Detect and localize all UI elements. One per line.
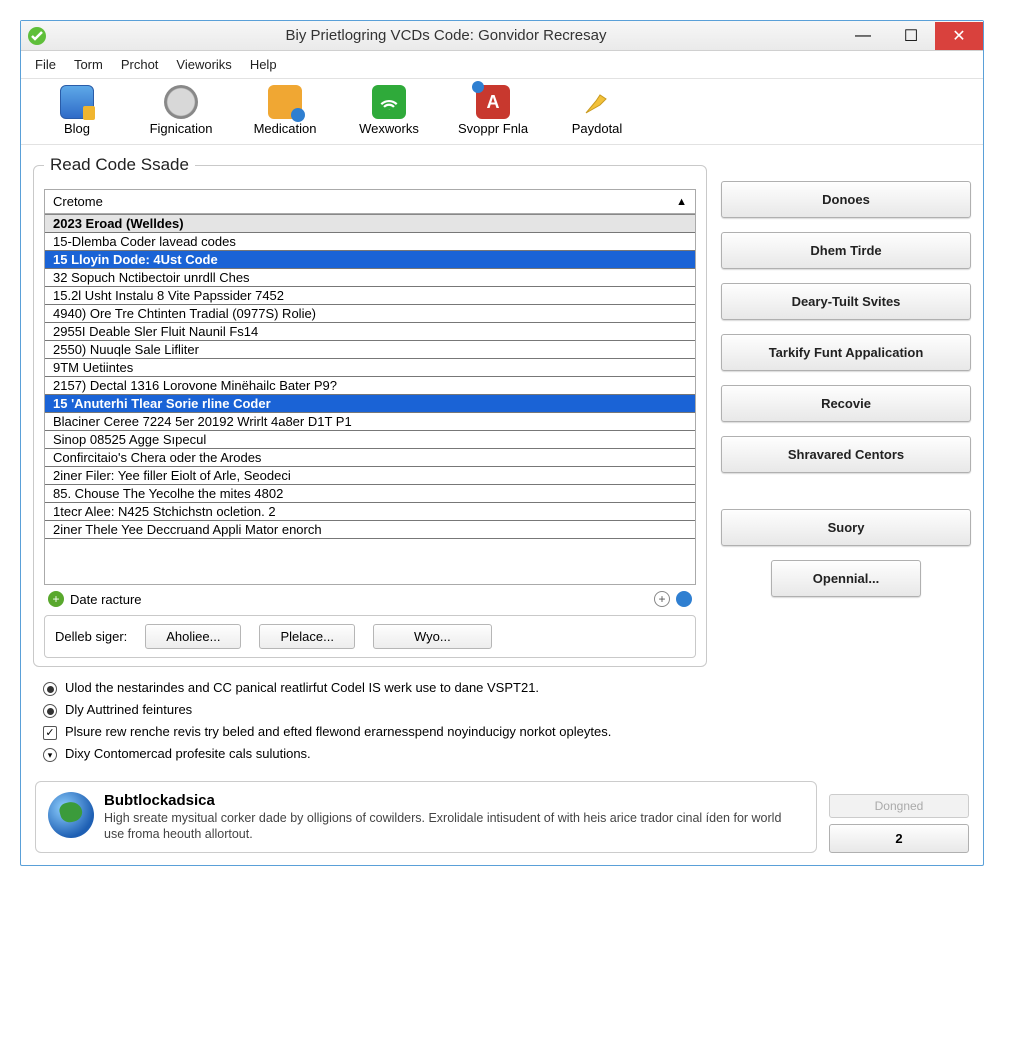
list-container: Cretome ▲ 2023 Eroad (Welldes) 15-Dlemba… [44, 189, 696, 585]
info-icon[interactable] [676, 591, 692, 607]
menu-help[interactable]: Help [250, 57, 277, 72]
shravared-button[interactable]: Shravared Centors [721, 436, 971, 473]
tool-label: Medication [254, 121, 317, 136]
wyo-button[interactable]: Wyo... [373, 624, 492, 649]
titlebar: Biy Prietlogring VCDs Code: Gonvidor Rec… [21, 21, 983, 51]
donoes-button[interactable]: Donoes [721, 181, 971, 218]
list-item[interactable]: 2023 Eroad (Welldes) [45, 214, 695, 233]
menu-vieworiks[interactable]: Vieworiks [176, 57, 231, 72]
option-label: Dly Auttrined feintures [65, 702, 192, 717]
radio-ulod[interactable] [43, 682, 57, 696]
clock-icon [164, 85, 198, 119]
tool-label: Fignication [150, 121, 213, 136]
tool-label: Blog [64, 121, 90, 136]
tool-wexworks[interactable]: Wexworks [343, 85, 435, 136]
chevron-down-icon[interactable]: ▾ [43, 748, 57, 762]
menu-prchot[interactable]: Prchot [121, 57, 159, 72]
list-item-selected[interactable]: 15 Lloyin Dode: 4Ust Code [45, 251, 695, 269]
code-list[interactable]: 2023 Eroad (Welldes) 15-Dlemba Coder lav… [45, 214, 695, 584]
app-window: Biy Prietlogring VCDs Code: Gonvidor Rec… [20, 20, 984, 866]
dongned-button-disabled: Dongned [829, 794, 969, 818]
list-item[interactable]: 15-Dlemba Coder lavead codes [45, 233, 695, 251]
list-item[interactable]: 85. Chouse The Yecolhe the mites 4802 [45, 485, 695, 503]
banner-body: High sreate mysitual corker dade by olli… [104, 811, 804, 842]
recovie-button[interactable]: Recovie [721, 385, 971, 422]
tarkify-button[interactable]: Tarkify Funt Appalication [721, 334, 971, 371]
monitor-icon [60, 85, 94, 119]
chat-icon [268, 85, 302, 119]
list-item[interactable]: 4940) Ore Tre Chtinten Tradial (0977S) R… [45, 305, 695, 323]
radio-dly[interactable] [43, 704, 57, 718]
add-icon[interactable]: + [48, 591, 64, 607]
date-label: Date racture [70, 592, 142, 607]
globe-icon [48, 792, 94, 838]
chevron-up-icon[interactable]: ▲ [676, 196, 687, 208]
pin-icon [580, 85, 614, 119]
tool-medication[interactable]: Medication [239, 85, 331, 136]
side-buttons: Donoes Dhem Tirde Deary-Tuilt Svites Tar… [721, 155, 971, 667]
plus-circle-icon[interactable]: + [654, 591, 670, 607]
tool-fignication[interactable]: Fignication [135, 85, 227, 136]
options-group: Ulod the nestarindes and CC panical reat… [21, 671, 983, 775]
minimize-button[interactable]: — [839, 22, 887, 50]
tool-label: Svoppr Fnla [458, 121, 528, 136]
list-header[interactable]: Cretome ▲ [45, 190, 695, 214]
banner-title: Bubtlockadsica [104, 792, 804, 809]
menu-file[interactable]: File [35, 57, 56, 72]
dhem-tirde-button[interactable]: Dhem Tirde [721, 232, 971, 269]
opennial-button[interactable]: Opennial... [771, 560, 921, 597]
menubar: File Torm Prchot Vieworiks Help [21, 51, 983, 79]
list-item[interactable]: 2iner Thele Yee Deccruand Appli Mator en… [45, 521, 695, 539]
list-item[interactable]: Confircitaio's Chera oder the Arodes [45, 449, 695, 467]
app-icon [27, 26, 47, 46]
filter-label: Delleb siger: [55, 629, 127, 644]
list-header-label: Cretome [53, 194, 103, 209]
list-item[interactable]: 9TM Uetiintes [45, 359, 695, 377]
option-label: Dixy Contomercad profesite cals sulution… [65, 746, 311, 761]
tool-label: Wexworks [359, 121, 419, 136]
plelace-button[interactable]: Plelace... [259, 624, 354, 649]
window-title: Biy Prietlogring VCDs Code: Gonvidor Rec… [53, 27, 839, 44]
list-item[interactable]: 2157) Dectal 1316 Lorovone Minëhailc Bat… [45, 377, 695, 395]
close-button[interactable]: ✕ [935, 22, 983, 50]
toolbar: Blog Fignication Medication Wexworks A S… [21, 79, 983, 145]
filter-bar: Delleb siger: Aholiee... Plelace... Wyo.… [44, 615, 696, 658]
list-item[interactable]: Sinop 08525 Agge Sıpecul [45, 431, 695, 449]
list-item[interactable]: 1tecr Alee: N425 Stchichstn ocletion. 2 [45, 503, 695, 521]
list-item[interactable]: 15.2l Usht Instalu 8 Vite Papssider 7452 [45, 287, 695, 305]
list-item[interactable]: 2iner Filer: Yee filler Eiolt of Arle, S… [45, 467, 695, 485]
list-item-selected[interactable]: 15 'Anuterhi Tlear Sorie rline Coder [45, 395, 695, 413]
panel-legend: Read Code Ssade [44, 155, 195, 175]
tool-svoppr[interactable]: A Svoppr Fnla [447, 85, 539, 136]
wifi-icon [372, 85, 406, 119]
menu-torm[interactable]: Torm [74, 57, 103, 72]
page-number-button[interactable]: 2 [829, 824, 969, 853]
option-label: Plsure rew renche revis try beled and ef… [65, 724, 611, 739]
suory-button[interactable]: Suory [721, 509, 971, 546]
tool-blog[interactable]: Blog [31, 85, 123, 136]
tool-paydotal[interactable]: Paydotal [551, 85, 643, 136]
tool-label: Paydotal [572, 121, 623, 136]
document-a-icon: A [476, 85, 510, 119]
code-panel: Read Code Ssade Cretome ▲ 2023 Eroad (We… [33, 155, 707, 667]
option-label: Ulod the nestarindes and CC panical reat… [65, 680, 539, 695]
deary-tuilt-button[interactable]: Deary-Tuilt Svites [721, 283, 971, 320]
list-item[interactable]: 32 Sopuch Nctibectoir unrdll Ches [45, 269, 695, 287]
list-item[interactable]: 2955I Deable Sler Fluit Naunil Fs14 [45, 323, 695, 341]
aholiee-button[interactable]: Aholiee... [145, 624, 241, 649]
date-row: + Date racture + [44, 585, 696, 613]
check-plsure[interactable] [43, 726, 57, 740]
bottom-right-buttons: Dongned 2 [829, 781, 969, 853]
list-item[interactable]: Blaciner Ceree 7224 5er 20192 Wrirlt 4a8… [45, 413, 695, 431]
info-banner: Bubtlockadsica High sreate mysitual cork… [35, 781, 817, 853]
list-item[interactable]: 2550) Nuuqle Sale Lifliter [45, 341, 695, 359]
maximize-button[interactable]: ☐ [887, 22, 935, 50]
